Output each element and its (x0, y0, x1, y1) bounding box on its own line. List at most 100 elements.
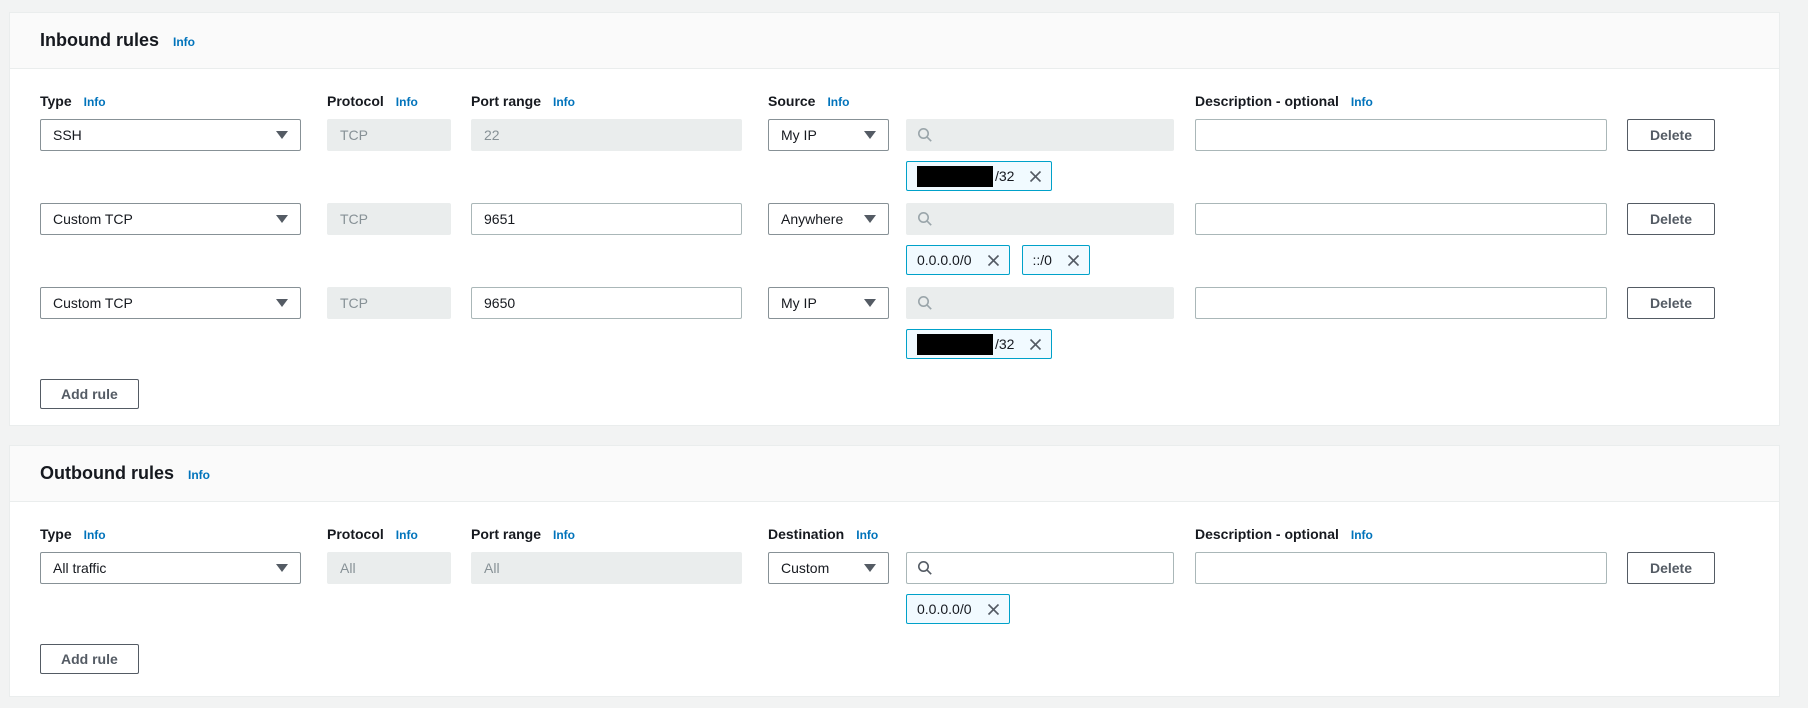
type-select[interactable]: Custom TCP (40, 203, 301, 235)
chevron-down-icon (276, 564, 288, 572)
cidr-token: /32 (906, 161, 1052, 191)
search-icon (917, 560, 933, 576)
info-link[interactable]: Info (827, 94, 849, 111)
panel-body: Type Info Protocol Info Port range Info … (10, 502, 1779, 674)
chevron-down-icon (276, 215, 288, 223)
info-link[interactable]: Info (84, 527, 106, 544)
rule-row: All traffic All All Custom Delete 0.0.0.… (40, 552, 1749, 624)
chevron-down-icon (864, 131, 876, 139)
scope-select-value: Anywhere (781, 211, 843, 227)
token-remove-button[interactable] (984, 600, 1003, 619)
close-icon (986, 602, 1001, 617)
delete-rule-button[interactable]: Delete (1627, 552, 1715, 584)
type-select[interactable]: Custom TCP (40, 287, 301, 319)
cidr-token-row: 0.0.0.0/0 (906, 594, 1749, 624)
add-rule-button[interactable]: Add rule (40, 379, 139, 409)
scope-select-value: My IP (781, 295, 817, 311)
info-link[interactable]: Info (1351, 527, 1373, 544)
info-link[interactable]: Info (553, 527, 575, 544)
type-column-label: Type Info (40, 526, 301, 544)
panel-header: Outbound rules Info (10, 446, 1779, 502)
close-icon (1028, 337, 1043, 352)
protocol-input: All (327, 552, 451, 584)
cidr-token: 0.0.0.0/0 (906, 594, 1010, 624)
cidr-token-text: 0.0.0.0/0 (917, 601, 972, 617)
info-link[interactable]: Info (84, 94, 106, 111)
source-select[interactable]: My IP (768, 119, 889, 151)
delete-rule-button[interactable]: Delete (1627, 287, 1715, 319)
info-link[interactable]: Info (1351, 94, 1373, 111)
rules-list: All traffic All All Custom Delete 0.0.0.… (40, 552, 1749, 624)
search-icon (917, 211, 933, 227)
add-rule-button[interactable]: Add rule (40, 644, 139, 674)
cidr-token: /32 (906, 329, 1052, 359)
rules-list: SSH TCP 22 My IP Delete /32 (40, 119, 1749, 359)
rule-fields: All traffic All All Custom Delete (40, 552, 1749, 584)
chevron-down-icon (276, 299, 288, 307)
protocol-input: TCP (327, 119, 451, 151)
description-input[interactable] (1195, 203, 1607, 235)
port-range-input[interactable]: 9651 (471, 203, 742, 235)
scope-column-label: Source Info (768, 93, 889, 111)
port-range-column-label: Port range Info (471, 526, 742, 544)
info-link[interactable]: Info (396, 94, 418, 111)
description-input[interactable] (1195, 287, 1607, 319)
scope-column-label: Destination Info (768, 526, 889, 544)
chevron-down-icon (276, 131, 288, 139)
protocol-column-label: Protocol Info (327, 93, 451, 111)
description-input[interactable] (1195, 552, 1607, 584)
source-select[interactable]: Anywhere (768, 203, 889, 235)
type-select-value: Custom TCP (53, 295, 133, 311)
rule-fields: SSH TCP 22 My IP Delete (40, 119, 1749, 151)
cidr-token: ::/0 (1022, 245, 1090, 275)
panel-title: Inbound rules (40, 30, 159, 51)
chevron-down-icon (864, 564, 876, 572)
token-remove-button[interactable] (1064, 251, 1083, 270)
cidr-token-text: /32 (995, 336, 1014, 352)
type-select[interactable]: SSH (40, 119, 301, 151)
info-link[interactable]: Info (188, 468, 210, 482)
token-remove-button[interactable] (984, 251, 1003, 270)
cidr-token: 0.0.0.0/0 (906, 245, 1010, 275)
search-icon (917, 127, 933, 143)
source-search-input (906, 287, 1174, 319)
info-link[interactable]: Info (396, 527, 418, 544)
destination-select[interactable]: Custom (768, 552, 889, 584)
protocol-input: TCP (327, 287, 451, 319)
column-labels-row: Type Info Protocol Info Port range Info … (40, 93, 1749, 111)
info-link[interactable]: Info (856, 527, 878, 544)
panel-title: Outbound rules (40, 463, 174, 484)
port-range-input[interactable]: 9650 (471, 287, 742, 319)
cidr-token-row: 0.0.0.0/0 ::/0 (906, 245, 1749, 275)
port-range-input: 22 (471, 119, 742, 151)
scope-select-value: My IP (781, 127, 817, 143)
type-select[interactable]: All traffic (40, 552, 301, 584)
token-remove-button[interactable] (1026, 167, 1045, 186)
type-select-value: All traffic (53, 560, 106, 576)
rule-fields: Custom TCP TCP 9650 My IP Delete (40, 287, 1749, 319)
description-column-label: Description - optional Info (1195, 93, 1607, 111)
cidr-token-text: ::/0 (1033, 252, 1052, 268)
protocol-column-label: Protocol Info (327, 526, 451, 544)
port-range-column-label: Port range Info (471, 93, 742, 111)
rule-fields: Custom TCP TCP 9651 Anywhere Delete (40, 203, 1749, 235)
info-link[interactable]: Info (553, 94, 575, 111)
description-input[interactable] (1195, 119, 1607, 151)
cidr-token-text: /32 (995, 168, 1014, 184)
token-remove-button[interactable] (1026, 335, 1045, 354)
source-select[interactable]: My IP (768, 287, 889, 319)
port-range-input: All (471, 552, 742, 584)
rule-row: Custom TCP TCP 9650 My IP Delete /32 (40, 287, 1749, 359)
type-column-label: Type Info (40, 93, 301, 111)
search-column-spacer (906, 526, 1174, 544)
info-link[interactable]: Info (173, 35, 195, 49)
chevron-down-icon (864, 299, 876, 307)
close-icon (1028, 169, 1043, 184)
description-column-label: Description - optional Info (1195, 526, 1607, 544)
delete-rule-button[interactable]: Delete (1627, 119, 1715, 151)
destination-search-input[interactable] (906, 552, 1174, 584)
delete-rule-button[interactable]: Delete (1627, 203, 1715, 235)
chevron-down-icon (864, 215, 876, 223)
cidr-token-row: /32 (906, 161, 1749, 191)
cidr-token-row: /32 (906, 329, 1749, 359)
